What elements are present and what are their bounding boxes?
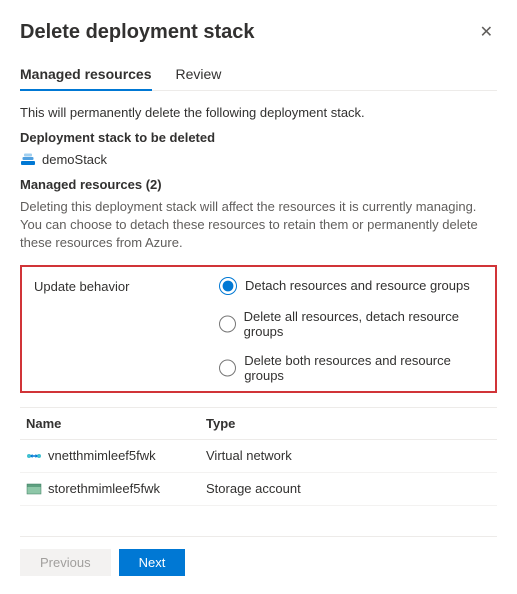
tab-review[interactable]: Review [176, 66, 222, 90]
virtual-network-icon [26, 448, 42, 464]
resource-type: Virtual network [200, 439, 497, 472]
radio-delete-both[interactable]: Delete both resources and resource group… [219, 353, 483, 383]
radio-delete-resources-label: Delete all resources, detach resource gr… [244, 309, 483, 339]
page-title: Delete deployment stack [20, 21, 255, 44]
intro-text: This will permanently delete the followi… [20, 105, 497, 120]
col-type-header: Type [200, 407, 497, 439]
stack-section-label: Deployment stack to be deleted [20, 130, 497, 145]
update-behavior-radio-group: Detach resources and resource groups Del… [219, 277, 483, 383]
radio-delete-both-label: Delete both resources and resource group… [244, 353, 483, 383]
radio-detach-input[interactable] [219, 277, 237, 295]
update-behavior-highlight: Update behavior Detach resources and res… [20, 265, 497, 393]
resource-name: storethmimleef5fwk [48, 481, 160, 496]
radio-delete-resources[interactable]: Delete all resources, detach resource gr… [219, 309, 483, 339]
managed-section-label: Managed resources (2) [20, 177, 497, 192]
close-icon: ✕ [480, 24, 493, 41]
resources-table: Name Type vnetthmimleef5fwk [20, 407, 497, 506]
col-name-header: Name [20, 407, 200, 439]
stack-row: demoStack [20, 151, 497, 167]
stack-name: demoStack [42, 152, 107, 167]
next-button[interactable]: Next [119, 549, 186, 576]
managed-desc: Deleting this deployment stack will affe… [20, 198, 497, 253]
tab-managed-resources[interactable]: Managed resources [20, 66, 152, 90]
deployment-stack-icon [20, 151, 36, 167]
radio-delete-resources-input[interactable] [219, 315, 236, 333]
table-row: storethmimleef5fwk Storage account [20, 472, 497, 505]
storage-account-icon [26, 481, 42, 497]
footer: Previous Next [20, 536, 497, 576]
resource-name: vnetthmimleef5fwk [48, 448, 156, 463]
close-button[interactable]: ✕ [476, 18, 497, 46]
previous-button[interactable]: Previous [20, 549, 111, 576]
radio-detach-label: Detach resources and resource groups [245, 278, 470, 293]
radio-detach-resources[interactable]: Detach resources and resource groups [219, 277, 483, 295]
radio-delete-both-input[interactable] [219, 359, 236, 377]
update-behavior-label: Update behavior [34, 277, 219, 294]
table-row: vnetthmimleef5fwk Virtual network [20, 439, 497, 472]
tab-bar: Managed resources Review [20, 66, 497, 91]
resource-type: Storage account [200, 472, 497, 505]
